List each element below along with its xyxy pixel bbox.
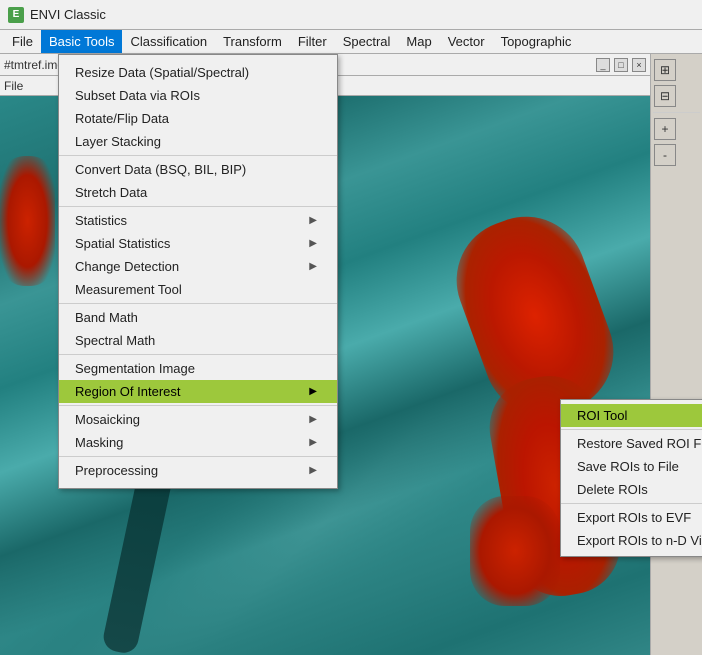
roi-save-item[interactable]: Save ROIs to File <box>561 455 702 478</box>
image-file-menu[interactable]: File <box>4 79 23 93</box>
menu-mosaicking[interactable]: Mosaicking ▶ <box>59 408 337 431</box>
menu-filter[interactable]: Filter <box>290 30 335 53</box>
menu-spectral[interactable]: Spectral <box>335 30 399 53</box>
basic-tools-menu: Resize Data (Spatial/Spectral) Subset Da… <box>58 54 338 489</box>
right-panel: ⊞ ⊟ + - Gr... R <box>650 54 702 655</box>
separator-1 <box>653 112 700 113</box>
window-controls: _ □ × <box>596 58 646 72</box>
menu-section-7: Preprocessing ▶ <box>59 457 337 484</box>
menu-section-3: Statistics ▶ Spatial Statistics ▶ Change… <box>59 207 337 304</box>
roi-separator <box>561 429 702 430</box>
roi-arrow: ▶ <box>309 386 317 397</box>
red-patch-1 <box>0 156 55 286</box>
roi-delete-item[interactable]: Delete ROIs <box>561 478 702 501</box>
change-detection-arrow: ▶ <box>309 261 317 272</box>
preprocessing-arrow: ▶ <box>309 465 317 476</box>
menu-section-4: Band Math Spectral Math <box>59 304 337 355</box>
menu-masking[interactable]: Masking ▶ <box>59 431 337 454</box>
menu-classification[interactable]: Classification <box>122 30 215 53</box>
menu-subset-data[interactable]: Subset Data via ROIs <box>59 84 337 107</box>
menu-stretch-data[interactable]: Stretch Data <box>59 181 337 204</box>
menu-spatial-statistics[interactable]: Spatial Statistics ▶ <box>59 232 337 255</box>
close-button[interactable]: × <box>632 58 646 72</box>
menu-file[interactable]: File <box>4 30 41 53</box>
menu-spectral-math[interactable]: Spectral Math <box>59 329 337 352</box>
app-title: ENVI Classic <box>30 7 106 22</box>
minimize-button[interactable]: _ <box>596 58 610 72</box>
menu-convert-data[interactable]: Convert Data (BSQ, BIL, BIP) <box>59 158 337 181</box>
toolbar-btn-3[interactable]: + <box>654 118 676 140</box>
image-file-title: #tmtref.img <box>4 58 64 72</box>
roi-export-evf-item[interactable]: Export ROIs to EVF <box>561 506 702 529</box>
menu-section-5: Segmentation Image Region Of Interest ▶ <box>59 355 337 406</box>
menu-layer-stacking[interactable]: Layer Stacking <box>59 130 337 153</box>
spatial-stats-arrow: ▶ <box>309 238 317 249</box>
menu-section-1: Resize Data (Spatial/Spectral) Subset Da… <box>59 59 337 156</box>
roi-separator-2 <box>561 503 702 504</box>
menu-statistics[interactable]: Statistics ▶ <box>59 209 337 232</box>
menu-basic-tools[interactable]: Basic Tools <box>41 30 123 53</box>
toolbar-btn-2[interactable]: ⊟ <box>654 85 676 107</box>
menu-change-detection[interactable]: Change Detection ▶ <box>59 255 337 278</box>
roi-restore-item[interactable]: Restore Saved ROI File <box>561 432 702 455</box>
roi-tool-item[interactable]: ROI Tool <box>561 404 702 427</box>
menu-transform[interactable]: Transform <box>215 30 290 53</box>
toolbar-btn-1[interactable]: ⊞ <box>654 59 676 81</box>
menu-section-6: Mosaicking ▶ Masking ▶ <box>59 406 337 457</box>
mosaicking-arrow: ▶ <box>309 414 317 425</box>
menu-resize-data[interactable]: Resize Data (Spatial/Spectral) <box>59 61 337 84</box>
menu-vector[interactable]: Vector <box>440 30 493 53</box>
menu-bar: File Basic Tools Classification Transfor… <box>0 30 702 54</box>
toolbar-btn-4[interactable]: - <box>654 144 676 166</box>
statistics-arrow: ▶ <box>309 215 317 226</box>
masking-arrow: ▶ <box>309 437 317 448</box>
maximize-button[interactable]: □ <box>614 58 628 72</box>
menu-preprocessing[interactable]: Preprocessing ▶ <box>59 459 337 482</box>
menu-segmentation-image[interactable]: Segmentation Image <box>59 357 337 380</box>
menu-region-of-interest[interactable]: Region Of Interest ▶ <box>59 380 337 403</box>
red-patch-4 <box>470 496 560 606</box>
title-bar: E ENVI Classic <box>0 0 702 30</box>
menu-measurement-tool[interactable]: Measurement Tool <box>59 278 337 301</box>
menu-band-math[interactable]: Band Math <box>59 306 337 329</box>
app-icon: E <box>8 7 24 23</box>
menu-map[interactable]: Map <box>398 30 439 53</box>
roi-export-nd-item[interactable]: Export ROIs to n-D Visualizer <box>561 529 702 552</box>
menu-rotate-flip[interactable]: Rotate/Flip Data <box>59 107 337 130</box>
roi-submenu: ROI Tool Restore Saved ROI File Save ROI… <box>560 399 702 557</box>
menu-topographic[interactable]: Topographic <box>493 30 580 53</box>
menu-section-2: Convert Data (BSQ, BIL, BIP) Stretch Dat… <box>59 156 337 207</box>
